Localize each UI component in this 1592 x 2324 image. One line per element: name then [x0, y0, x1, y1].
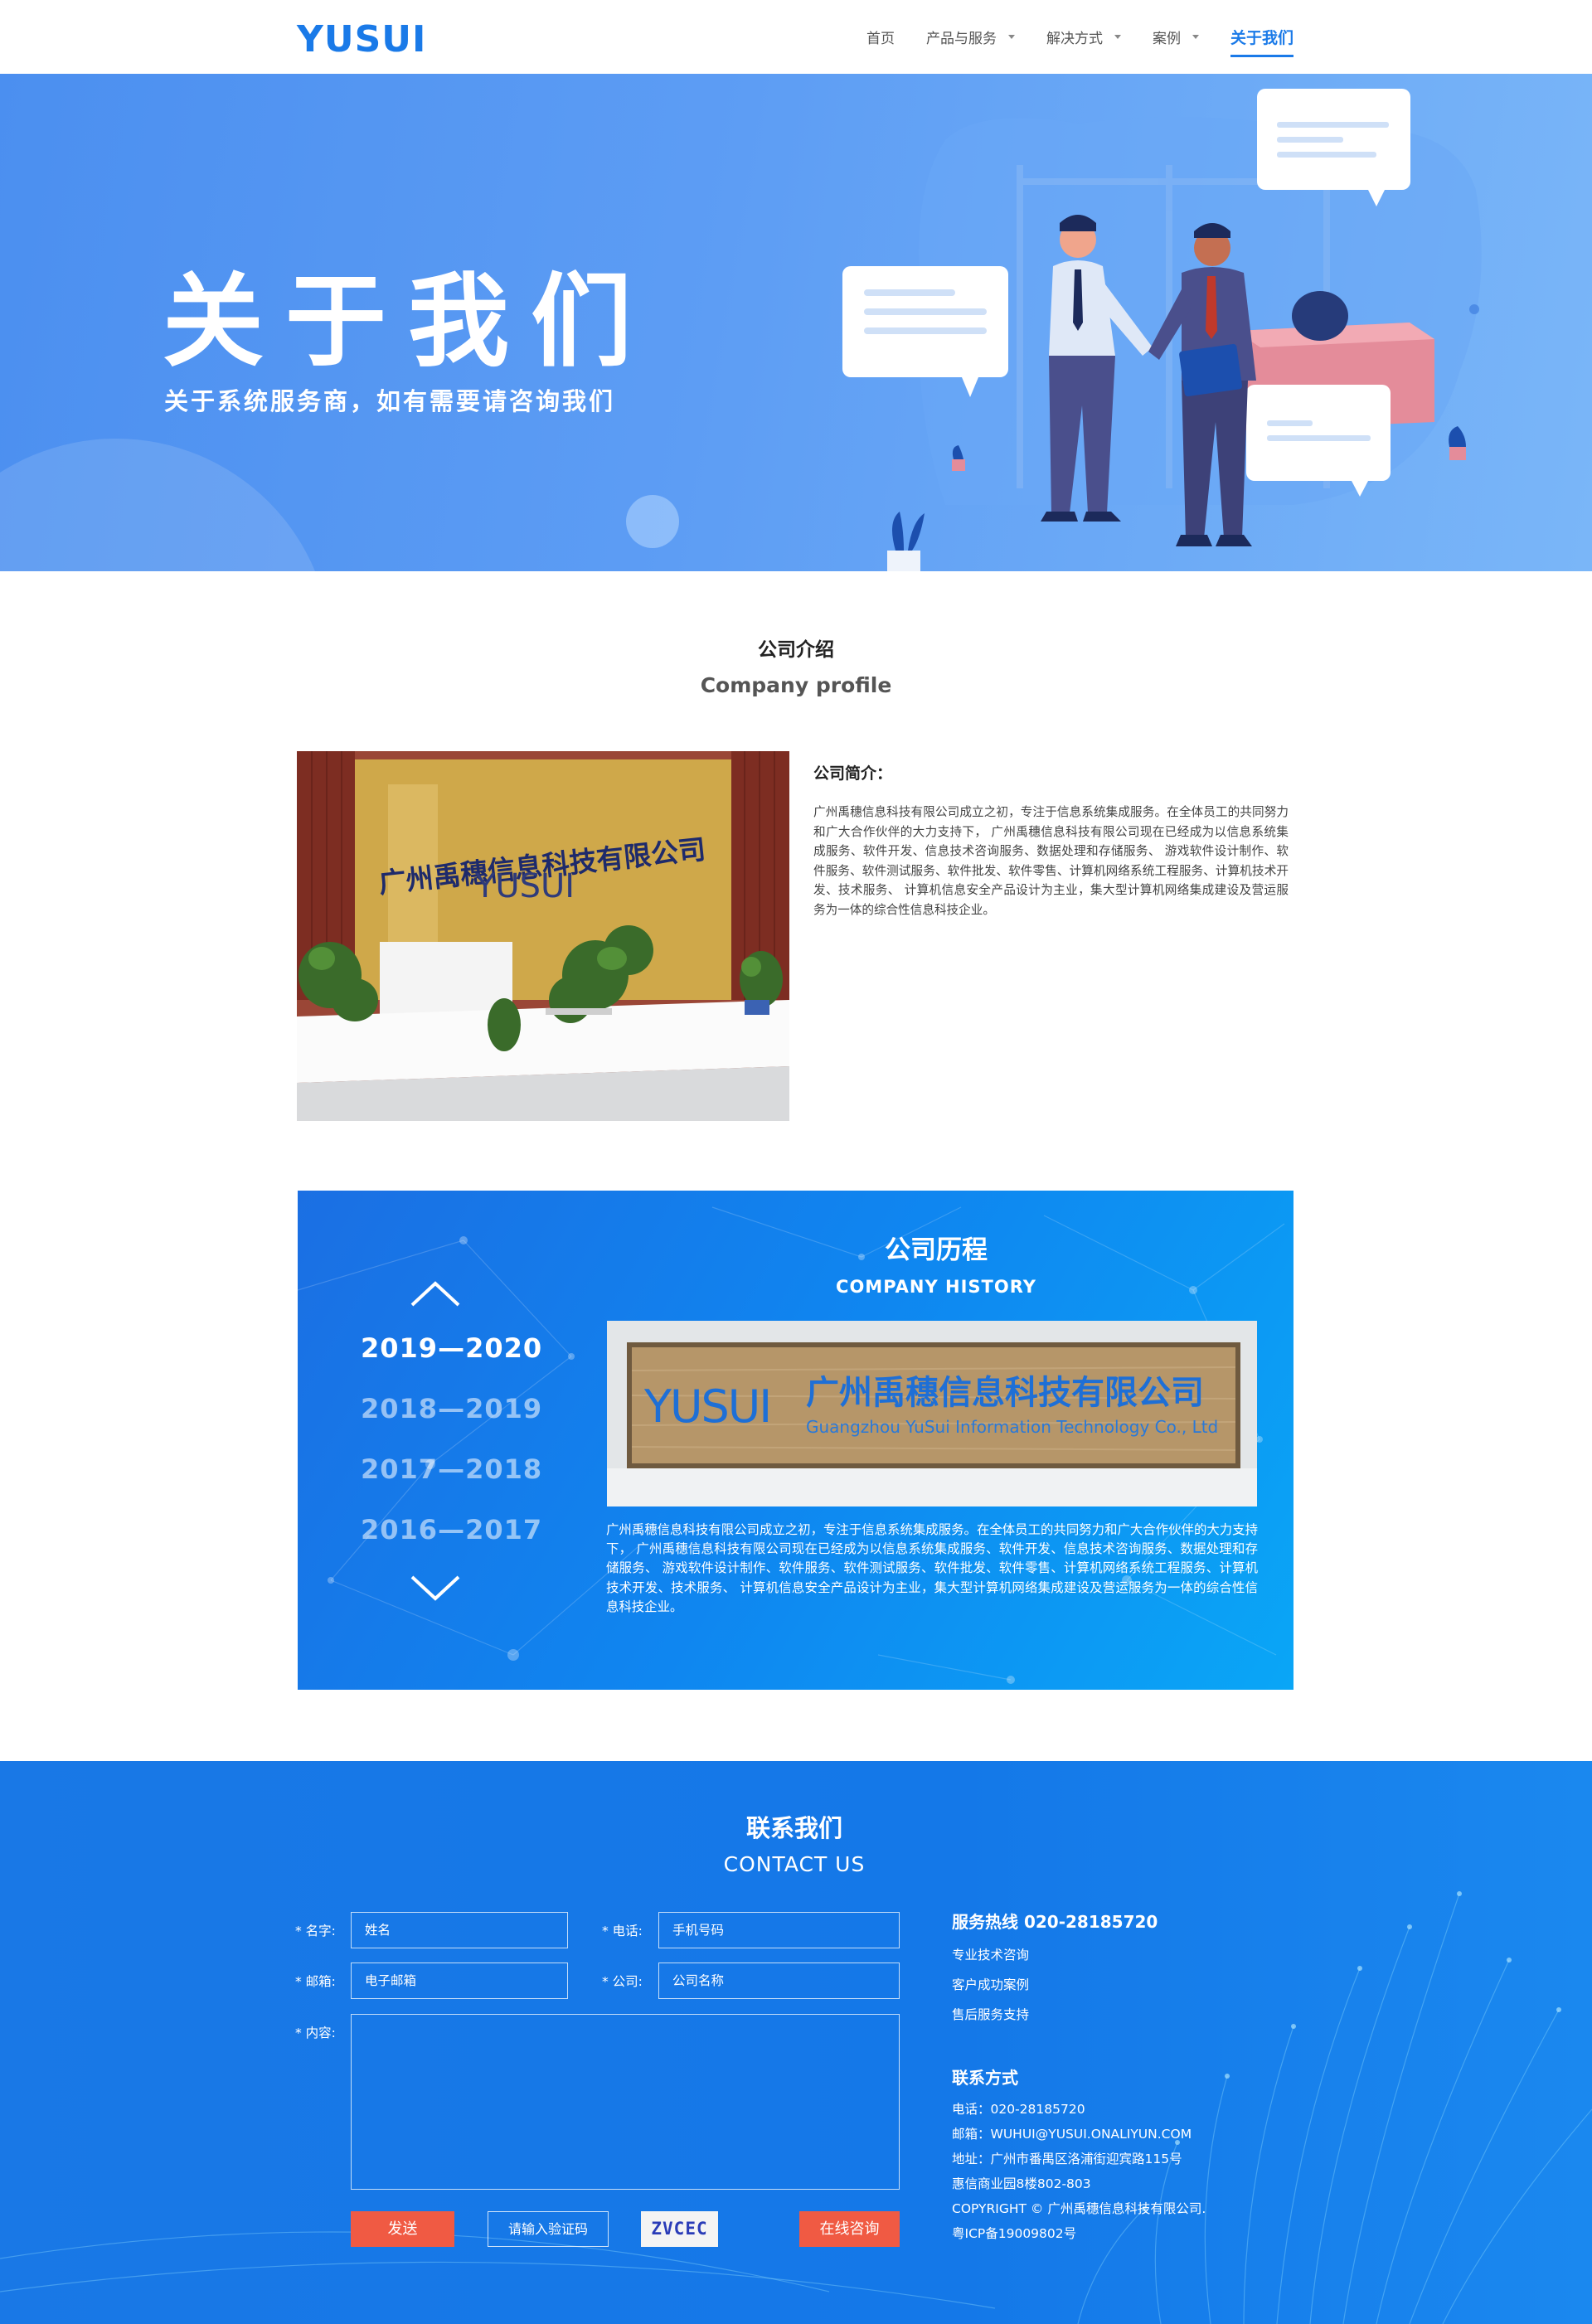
history-title-cn: 公司历程 — [885, 1235, 988, 1265]
company-sign-photo: YUSUI 广州禹穗信息科技有限公司 Guangzhou YuSui Infor… — [607, 1321, 1257, 1506]
profile-title-cn: 公司介绍 — [758, 639, 834, 661]
nav-item-solutions[interactable]: 解决方式 — [1046, 0, 1121, 74]
nav-item-label: 首页 — [866, 31, 895, 46]
year-2017-2018[interactable]: 2017—2018 — [361, 1453, 542, 1485]
service-link-tech[interactable]: 专业技术咨询 — [952, 1945, 1029, 1963]
contact-email[interactable]: 邮箱：WUHUI@YUSUI.ONALIYUN.COM — [952, 2124, 1192, 2142]
site-header: YUSUI 首页 产品与服务 解决方式 案例 关于我们 — [0, 0, 1592, 74]
caret-down-icon — [1192, 35, 1199, 39]
profile-text-title: 公司简介： — [813, 764, 893, 783]
copyright: COPYRIGHT © 广州禹穗信息科技有限公司. — [952, 2201, 1206, 2216]
nav-item-label: 案例 — [1152, 31, 1181, 46]
contact-address-2: 惠信商业园8楼802-803 — [952, 2176, 1091, 2191]
site-logo[interactable]: YUSUI — [297, 18, 426, 61]
contact-title-cn: 联系我们 — [745, 1814, 842, 1842]
content-textarea[interactable] — [351, 2014, 900, 2190]
nav-item-cases[interactable]: 案例 — [1153, 0, 1199, 74]
online-consult-button[interactable]: 在线咨询 — [799, 2211, 900, 2247]
service-link-cases[interactable]: 客户成功案例 — [952, 1975, 1029, 1993]
chevron-down-icon[interactable] — [409, 1574, 462, 1604]
contact-info-heading: 联系方式 — [952, 2068, 1018, 2088]
reception-logo-text: YUSUI — [474, 867, 575, 905]
phone-input[interactable] — [658, 1912, 900, 1948]
sign-en-text: Guangzhou YuSui Information Technology C… — [806, 1417, 1218, 1437]
name-label: * 名字: — [295, 1924, 336, 1938]
contact-title-en: CONTACT US — [723, 1852, 866, 1876]
send-button[interactable]: 发送 — [351, 2211, 454, 2247]
contact-phone: 电话：020-28185720 — [952, 2102, 1085, 2117]
year-2016-2017[interactable]: 2016—2017 — [361, 1514, 542, 1545]
company-input[interactable] — [658, 1963, 900, 1999]
year-2019-2020[interactable]: 2019—2020 — [361, 1332, 542, 1364]
hero-title: 关于我们 — [163, 263, 653, 381]
icp-number[interactable]: 粤ICP备19009802号 — [952, 2224, 1076, 2242]
captcha-image[interactable]: ZVCEC — [641, 2211, 718, 2247]
nav-item-about[interactable]: 关于我们 — [1230, 0, 1294, 74]
email-label: * 邮箱: — [295, 1974, 336, 1989]
main-nav: 首页 产品与服务 解决方式 案例 关于我们 — [835, 0, 1294, 74]
content-label: * 内容: — [295, 2026, 336, 2040]
hero-subtitle: 关于系统服务商，如有需要请咨询我们 — [164, 387, 616, 415]
history-description: 广州禹穗信息科技有限公司成立之初，专注于信息系统集成服务。在全体员工的共同努力和… — [606, 1522, 1258, 1614]
captcha-input[interactable] — [488, 2211, 609, 2247]
nav-item-home[interactable]: 首页 — [866, 0, 895, 74]
chevron-up-icon[interactable] — [409, 1278, 462, 1308]
company-history-section: 公司历程 COMPANY HISTORY 2019—2020 2018—2019… — [298, 1191, 1294, 1690]
caret-down-icon — [1114, 35, 1121, 39]
company-label: * 公司: — [602, 1974, 643, 1989]
service-link-support[interactable]: 售后服务支持 — [952, 2005, 1029, 2023]
profile-description: 广州禹穗信息科技有限公司成立之初，专注于信息系统集成服务。在全体员工的共同努力和… — [813, 805, 1289, 917]
name-input[interactable] — [351, 1912, 568, 1948]
nav-item-label: 解决方式 — [1046, 31, 1103, 46]
sign-cn-text: 广州禹穗信息科技有限公司 — [806, 1374, 1204, 1412]
nav-item-label: 产品与服务 — [925, 31, 997, 46]
office-reception-photo: 广州禹穗信息科技有限公司 YUSUI — [297, 751, 789, 1121]
year-2018-2019[interactable]: 2018—2019 — [361, 1393, 542, 1424]
caret-down-icon — [1007, 35, 1015, 39]
hero-banner: 关于我们 关于系统服务商，如有需要请咨询我们 — [0, 74, 1592, 571]
profile-title-en: Company profile — [700, 673, 892, 697]
sign-logo-text: YUSUI — [643, 1380, 770, 1433]
service-hotline: 服务热线 020-28185720 — [952, 1912, 1158, 1932]
contact-section: 联系我们 CONTACT US * 名字: * 电话: * 邮箱: * 公司: … — [0, 1761, 1592, 2324]
phone-label: * 电话: — [602, 1924, 643, 1938]
email-input[interactable] — [351, 1963, 568, 1999]
nav-item-products[interactable]: 产品与服务 — [926, 0, 1015, 74]
nav-item-label: 关于我们 — [1230, 30, 1294, 47]
contact-address: 地址：广州市番禺区洛浦街迎宾路115号 — [952, 2152, 1182, 2166]
